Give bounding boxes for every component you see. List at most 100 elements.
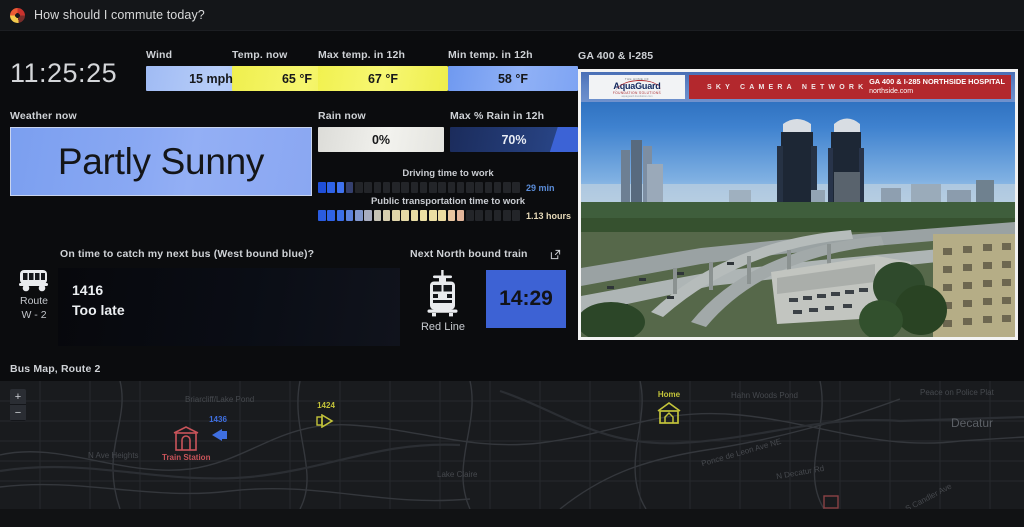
bargauge-segment	[392, 210, 400, 221]
bargauge-segment	[373, 182, 382, 193]
camera-network-name: SKY CAMERA NETWORK	[707, 83, 868, 91]
train-station-marker[interactable]: Train Station	[162, 425, 210, 462]
camera-location-website: northside.com	[869, 88, 914, 96]
bus-arrow-icon-2	[316, 413, 334, 429]
map-zoom-out-button[interactable]: −	[10, 405, 26, 421]
commute-dashboard: How should I commute today? 11:25:25 Win…	[0, 0, 1024, 527]
bargauge-segment	[456, 210, 465, 221]
rain-max-panel: Max % Rain in 12h 70%	[450, 110, 578, 152]
map-panel-title: Bus Map, Route 2	[10, 363, 101, 375]
stat-wind-value: 15 mph	[189, 71, 233, 86]
stat-max-temp-value: 67 °F	[367, 71, 398, 86]
bargauge-segment	[493, 182, 502, 193]
map-place-label-peace-plat: Peace on Police Plat	[920, 388, 994, 397]
transit-time-panel: Public transportation time to work 1.13 …	[318, 196, 578, 221]
stat-min-temp-value-box: 58 °F	[448, 66, 578, 91]
bargauge-segment	[429, 182, 437, 193]
bargauge-segment	[419, 210, 428, 221]
weather-now-label: Weather now	[10, 110, 77, 122]
bargauge-segment	[327, 210, 335, 221]
grafana-logo-icon	[10, 7, 25, 23]
driving-time-title: Driving time to work	[402, 168, 494, 179]
bargauge-segment	[429, 210, 437, 221]
train-panel: Next North bound train Red Line 14:29	[410, 248, 575, 333]
bus-1436-marker[interactable]: 1436	[208, 415, 228, 444]
map-place-label-hahn-woods: Hahn Woods Pond	[731, 391, 799, 400]
rain-max-value: 70%	[501, 132, 527, 147]
driving-time-panel: Driving time to work 29 min	[318, 168, 578, 193]
driving-time-bargauge	[318, 182, 520, 193]
bus-map[interactable]: + − Train Station 1436 1424 Home Decatur…	[0, 381, 1024, 509]
home-label: Home	[657, 390, 681, 399]
camera-location-block: GA 400 & I-285 NORTHSIDE HOSPITAL norths…	[869, 77, 1011, 96]
bargauge-segment	[364, 182, 372, 193]
bargauge-segment	[392, 182, 400, 193]
bargauge-segment	[336, 210, 345, 221]
footer-bar	[0, 509, 1024, 527]
topbar: How should I commute today?	[0, 0, 1024, 31]
stat-max-temp-value-box: 67 °F	[318, 66, 448, 91]
rain-now-value: 0%	[371, 132, 391, 147]
stat-max-temp-label: Max temp. in 12h	[318, 49, 406, 61]
sponsor-logo: THE HOME OF AquaGuard FOUNDATION SOLUTIO…	[589, 75, 685, 99]
bargauge-segment	[475, 182, 483, 193]
bargauge-segment	[447, 210, 456, 221]
map-panel-title-wrap: Bus Map, Route 2	[10, 363, 101, 375]
bus-panel-title: On time to catch my next bus (West bound…	[60, 248, 315, 260]
rain-max-value-box: 70%	[450, 127, 578, 152]
bargauge-segment	[466, 210, 474, 221]
map-tiles	[0, 381, 1024, 509]
stat-min-temp-value: 58 °F	[497, 71, 528, 86]
camera-title: GA 400 & I-285	[578, 50, 654, 62]
stat-max-temp: Max temp. in 12h 67 °F	[318, 49, 448, 91]
bargauge-segment	[382, 210, 391, 221]
stat-min-temp-label: Min temp. in 12h	[448, 49, 533, 61]
bus-arrow-icon	[212, 429, 227, 441]
bus-status-box: 1416 Too late	[58, 268, 400, 346]
bus-status-text: Too late	[72, 302, 125, 319]
map-place-label-n-ave-heights: N Ave Heights	[88, 451, 139, 460]
train-time-value: 14:29	[499, 287, 553, 310]
transit-time-bargauge	[318, 210, 520, 221]
bargauge-segment	[419, 182, 428, 193]
bargauge-segment	[438, 182, 446, 193]
rain-max-label: Max % Rain in 12h	[450, 110, 545, 122]
bargauge-segment	[484, 182, 493, 193]
bus-route-label-line2: W - 2	[21, 309, 47, 321]
rain-max-fill	[549, 127, 578, 152]
bus-panel: On time to catch my next bus (West bound…	[10, 248, 400, 346]
map-place-label-lake-claire: Lake Claire	[437, 470, 478, 479]
weather-now-value: Partly Sunny	[57, 140, 265, 182]
driving-time-value: 29 min	[526, 182, 555, 193]
bus-1436-label: 1436	[209, 415, 227, 424]
train-time-box: 14:29	[486, 270, 566, 328]
map-building-outline-icon	[823, 495, 839, 509]
home-marker[interactable]: Home	[656, 390, 682, 427]
bargauge-segment	[345, 182, 354, 193]
bargauge-segment	[336, 182, 345, 193]
train-station-label: Train Station	[162, 453, 211, 462]
bargauge-segment	[484, 210, 493, 221]
camera-scene	[581, 118, 1015, 337]
bargauge-segment	[318, 182, 326, 193]
external-link-icon[interactable]	[550, 249, 561, 260]
bus-route-label-line1: Route	[19, 295, 49, 307]
map-zoom-control[interactable]: + −	[10, 389, 26, 421]
map-place-label-decatur: Decatur	[951, 416, 994, 430]
bus-1424-label: 1424	[317, 401, 335, 410]
home-icon	[657, 401, 681, 424]
bargauge-segment	[438, 210, 446, 221]
camera-banner: THE HOME OF AquaGuard FOUNDATION SOLUTIO…	[581, 72, 1015, 102]
camera-banner-red: SKY CAMERA NETWORK GA 400 & I-285 NORTHS…	[689, 75, 1011, 99]
rain-now-panel: Rain now 0%	[318, 110, 444, 152]
rain-now-label: Rain now	[318, 110, 366, 122]
bargauge-segment	[447, 182, 456, 193]
bargauge-segment	[512, 210, 520, 221]
clock-panel: 11:25:25	[10, 58, 118, 88]
bargauge-segment	[327, 182, 335, 193]
map-zoom-in-button[interactable]: +	[10, 389, 26, 405]
bus-1424-marker[interactable]: 1424	[316, 401, 336, 430]
stat-temp-now-value: 65 °F	[281, 71, 312, 86]
dashboard-title: How should I commute today?	[34, 8, 205, 22]
camera-feed[interactable]: THE HOME OF AquaGuard FOUNDATION SOLUTIO…	[578, 69, 1018, 340]
